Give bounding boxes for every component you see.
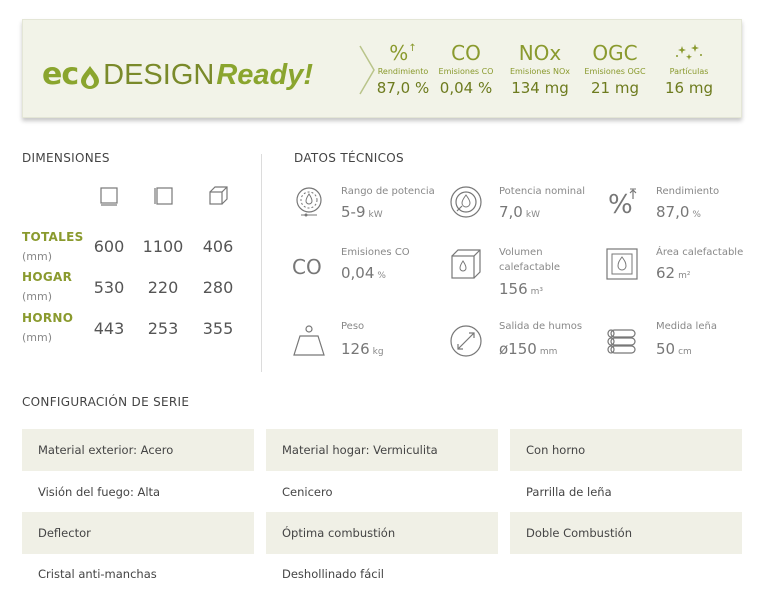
tech-value: 62 m² (656, 264, 691, 282)
depth-icon (209, 186, 228, 205)
eco-metric-value: 16 mg (665, 79, 713, 97)
svg-text:%: % (608, 190, 633, 219)
tech-label: Rendimiento (656, 186, 720, 197)
tech-label: Área calefactable (656, 247, 744, 258)
config-item: Material hogar: Vermiculita (266, 429, 498, 471)
leaf-drop-icon (81, 66, 100, 89)
eco-metric-label: Partículas (669, 67, 709, 76)
firewood-icon (607, 329, 636, 354)
weight-icon (293, 325, 325, 356)
eco-metric-label: Emisiones OGC (584, 67, 646, 76)
eco-metric-co: CO Emisiones CO 0,04 % (426, 40, 506, 97)
ecodesign-logo: ec DESIGN Ready! (42, 57, 314, 92)
dim-value: 280 (202, 278, 234, 297)
flue-outlet-icon (450, 325, 482, 357)
tech-value: 156 m³ (499, 280, 544, 298)
tech-value: 7,0 kW (499, 203, 540, 221)
tech-label: Volumen calefactable (499, 247, 561, 273)
dim-value: 406 (202, 237, 234, 256)
tech-label: Salida de humos (499, 321, 583, 332)
dim-row-unit: (mm) (22, 250, 53, 263)
config-item: Deshollinado fácil (282, 567, 384, 581)
eco-metric-value: 0,04 % (439, 79, 493, 97)
eco-metric-nox: NOx Emisiones NOx 134 mg (500, 40, 580, 97)
dim-value: 253 (147, 319, 179, 338)
config-item: Deflector (22, 512, 254, 554)
config-item: Parrilla de leña (526, 485, 612, 499)
tech-value: 87,0% (656, 203, 701, 221)
efficiency-icon: % (608, 188, 637, 219)
dim-value: 530 (93, 278, 125, 297)
dim-value: 220 (147, 278, 179, 297)
tech-value: 50 cm (656, 340, 692, 358)
eco-metric-value: 21 mg (591, 79, 639, 97)
config-item: Material exterior: Acero (22, 429, 254, 471)
config-item: Doble Combustión (510, 512, 742, 554)
tech-title: DATOS TÉCNICOS (294, 151, 404, 165)
config-item: Cristal anti-manchas (38, 567, 157, 581)
dim-row-unit: (mm) (22, 331, 53, 344)
config-item: Visión del fuego: Alta (38, 485, 161, 499)
tech-label: Potencia nominal (499, 186, 586, 197)
area-icon (606, 248, 638, 280)
eco-metric-label: Emisiones NOx (509, 67, 571, 76)
eco-metric-ogc: OGC Emisiones OGC 21 mg (575, 40, 655, 97)
config-item: Óptima combustión (266, 512, 498, 554)
eco-metric-value: 134 mg (511, 79, 569, 97)
height-icon (154, 187, 173, 205)
eco-metric-symbol: CO (451, 41, 481, 65)
tech-value: ø150 mm (499, 340, 558, 358)
dim-value: 443 (93, 319, 125, 338)
volume-icon (451, 249, 481, 279)
dimensions-title: DIMENSIONES (22, 151, 110, 165)
tech-value: 5-9 kW (341, 203, 383, 221)
eco-metric-particulas: Partículas 16 mg (649, 40, 729, 97)
dim-row-label-hogar: HOGAR (22, 270, 73, 284)
dim-row-unit: (mm) (22, 290, 53, 303)
ecodesign-banner: ec DESIGN Ready! %↑ Rendimiento 87,0 % C… (22, 19, 742, 118)
sparkles-icon (649, 40, 729, 66)
tech-label: Rango de potencia (341, 186, 435, 197)
dim-value: 355 (202, 319, 234, 338)
width-icon (100, 187, 118, 206)
section-divider (261, 154, 262, 372)
config-item: Cenicero (282, 485, 333, 499)
tech-label: Medida leña (656, 321, 717, 332)
tech-label: Peso (341, 321, 365, 332)
logo-design-text: DESIGN (103, 59, 215, 91)
eco-metric-symbol: NOx (518, 41, 562, 65)
power-range-icon (296, 187, 322, 217)
tech-value: 126 kg (341, 340, 384, 358)
dim-value: 1100 (142, 237, 184, 256)
tech-label: Emisiones CO (341, 247, 410, 258)
config-item: Con horno (510, 429, 742, 471)
logo-ready-text: Ready! (216, 59, 314, 91)
tech-value: 0,04% (341, 264, 386, 282)
dim-row-label-totales: TOTALES (22, 230, 84, 244)
nominal-power-icon (450, 186, 482, 218)
logo-eco-text: ec (42, 57, 79, 92)
config-title: CONFIGURACIÓN DE SERIE (22, 395, 190, 409)
dim-value: 600 (93, 237, 125, 256)
eco-metric-symbol: OGC (592, 41, 638, 65)
co-icon: CO (292, 255, 322, 279)
dim-row-label-horno: HORNO (22, 311, 74, 325)
eco-metric-label: Emisiones CO (438, 67, 494, 76)
